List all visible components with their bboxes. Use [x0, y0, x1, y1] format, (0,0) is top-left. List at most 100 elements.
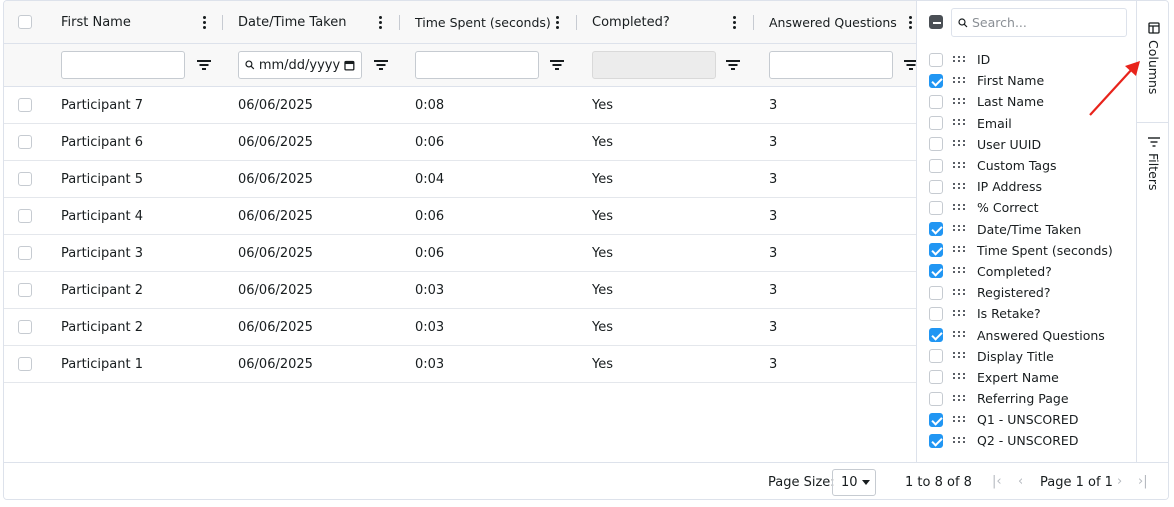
column-list-item[interactable]: Custom Tags	[917, 155, 1137, 176]
column-menu-icon[interactable]	[551, 14, 563, 30]
column-list-item[interactable]: Q2 - UNSCORED	[917, 430, 1137, 451]
column-separator[interactable]	[399, 15, 400, 30]
drag-handle-icon[interactable]	[953, 55, 965, 64]
drag-handle-icon[interactable]	[953, 97, 965, 106]
column-visibility-checkbox[interactable]	[929, 158, 943, 173]
filter-icon[interactable]	[374, 59, 388, 71]
column-menu-icon[interactable]	[374, 14, 386, 30]
table-row[interactable]: Participant 3 06/06/2025 0:06 Yes 3	[4, 235, 916, 272]
column-visibility-checkbox[interactable]	[929, 433, 943, 448]
drag-handle-icon[interactable]	[953, 119, 965, 127]
column-list-item[interactable]: Expert Name	[917, 367, 1137, 388]
drag-handle-icon[interactable]	[953, 267, 965, 275]
header-first-name[interactable]: First Name	[61, 1, 131, 43]
row-checkbox[interactable]	[18, 320, 32, 334]
table-row[interactable]: Participant 4 06/06/2025 0:06 Yes 3	[4, 198, 916, 235]
drag-handle-icon[interactable]	[953, 415, 965, 424]
answered-filter-input[interactable]	[769, 51, 893, 79]
column-search-input[interactable]: Search...	[951, 8, 1127, 37]
drag-handle-icon[interactable]	[953, 203, 965, 212]
drag-handle-icon[interactable]	[953, 352, 965, 360]
column-list-item[interactable]: Display Title	[917, 346, 1137, 367]
column-list-item[interactable]: Registered?	[917, 282, 1137, 303]
column-list-item[interactable]: Referring Page	[917, 388, 1137, 409]
table-row[interactable]: Participant 2 06/06/2025 0:03 Yes 3	[4, 309, 916, 346]
drag-handle-icon[interactable]	[953, 140, 965, 148]
prev-page-icon[interactable]: ‹	[1018, 474, 1023, 489]
header-completed[interactable]: Completed?	[592, 1, 670, 43]
column-visibility-checkbox[interactable]	[929, 73, 943, 88]
column-list-item[interactable]: Completed?	[917, 261, 1137, 282]
column-visibility-checkbox[interactable]	[929, 243, 943, 258]
first-name-filter-input[interactable]	[61, 51, 185, 79]
drag-handle-icon[interactable]	[953, 394, 965, 403]
column-list-item[interactable]: Date/Time Taken	[917, 219, 1137, 240]
table-row[interactable]: Participant 7 06/06/2025 0:08 Yes 3	[4, 87, 916, 124]
column-visibility-checkbox[interactable]	[929, 285, 943, 300]
calendar-icon[interactable]	[344, 60, 355, 71]
row-checkbox[interactable]	[18, 246, 32, 260]
drag-handle-icon[interactable]	[953, 225, 965, 233]
drag-handle-icon[interactable]	[953, 436, 965, 445]
row-checkbox[interactable]	[18, 283, 32, 297]
column-visibility-checkbox[interactable]	[929, 116, 943, 131]
column-separator[interactable]	[576, 15, 577, 30]
column-visibility-checkbox[interactable]	[929, 200, 943, 215]
column-visibility-checkbox[interactable]	[929, 412, 943, 427]
column-visibility-checkbox[interactable]	[929, 349, 943, 364]
column-visibility-checkbox[interactable]	[929, 52, 943, 67]
next-page-icon[interactable]: ›	[1117, 474, 1122, 489]
column-visibility-checkbox[interactable]	[929, 370, 943, 385]
column-visibility-checkbox[interactable]	[929, 94, 943, 109]
row-checkbox[interactable]	[18, 98, 32, 112]
filter-icon[interactable]	[904, 59, 916, 71]
filter-icon[interactable]	[550, 59, 564, 71]
filter-icon[interactable]	[726, 59, 740, 71]
column-list-item[interactable]: Answered Questions	[917, 324, 1137, 345]
header-date-time-taken[interactable]: Date/Time Taken	[238, 1, 346, 43]
column-visibility-checkbox[interactable]	[929, 391, 943, 406]
select-all-checkbox[interactable]	[18, 15, 32, 29]
drag-handle-icon[interactable]	[953, 373, 965, 381]
drag-handle-icon[interactable]	[953, 76, 965, 85]
row-checkbox[interactable]	[18, 357, 32, 371]
table-row[interactable]: Participant 5 06/06/2025 0:04 Yes 3	[4, 161, 916, 198]
column-visibility-checkbox[interactable]	[929, 328, 943, 343]
drag-handle-icon[interactable]	[953, 182, 965, 191]
header-answered-questions[interactable]: Answered Questions	[769, 1, 897, 43]
tab-filters[interactable]: Filters	[1137, 123, 1168, 203]
header-time-spent[interactable]: Time Spent (seconds)	[415, 1, 551, 43]
time-spent-filter-input[interactable]	[415, 51, 539, 79]
column-separator[interactable]	[753, 15, 754, 30]
column-menu-icon[interactable]	[904, 14, 916, 30]
row-checkbox[interactable]	[18, 209, 32, 223]
column-list-item[interactable]: Q1 - UNSCORED	[917, 409, 1137, 430]
drag-handle-icon[interactable]	[953, 288, 965, 297]
column-menu-icon[interactable]	[728, 14, 740, 30]
drag-handle-icon[interactable]	[953, 309, 965, 318]
column-visibility-checkbox[interactable]	[929, 137, 943, 152]
column-list-item[interactable]: Is Retake?	[917, 303, 1137, 324]
column-visibility-checkbox[interactable]	[929, 264, 943, 279]
column-list-item[interactable]: IP Address	[917, 176, 1137, 197]
column-visibility-checkbox[interactable]	[929, 179, 943, 194]
table-row[interactable]: Participant 2 06/06/2025 0:03 Yes 3	[4, 272, 916, 309]
drag-handle-icon[interactable]	[953, 161, 965, 170]
date-filter-input[interactable]: mm/dd/yyyy	[238, 51, 362, 79]
column-separator[interactable]	[222, 15, 223, 30]
column-menu-icon[interactable]	[198, 14, 210, 30]
row-checkbox[interactable]	[18, 135, 32, 149]
drag-handle-icon[interactable]	[953, 331, 965, 339]
table-row[interactable]: Participant 6 06/06/2025 0:06 Yes 3	[4, 124, 916, 161]
row-checkbox[interactable]	[18, 172, 32, 186]
last-page-icon[interactable]: ›|	[1138, 474, 1148, 489]
column-visibility-checkbox[interactable]	[929, 222, 943, 237]
drag-handle-icon[interactable]	[953, 246, 965, 254]
column-visibility-checkbox[interactable]	[929, 306, 943, 321]
first-page-icon[interactable]: |‹	[992, 474, 1002, 489]
column-list-item[interactable]: User UUID	[917, 134, 1137, 155]
toggle-all-columns-checkbox[interactable]	[929, 15, 943, 29]
page-size-select[interactable]: 10	[832, 469, 876, 496]
column-list-item[interactable]: Time Spent (seconds)	[917, 240, 1137, 261]
table-row[interactable]: Participant 1 06/06/2025 0:03 Yes 3	[4, 346, 916, 383]
